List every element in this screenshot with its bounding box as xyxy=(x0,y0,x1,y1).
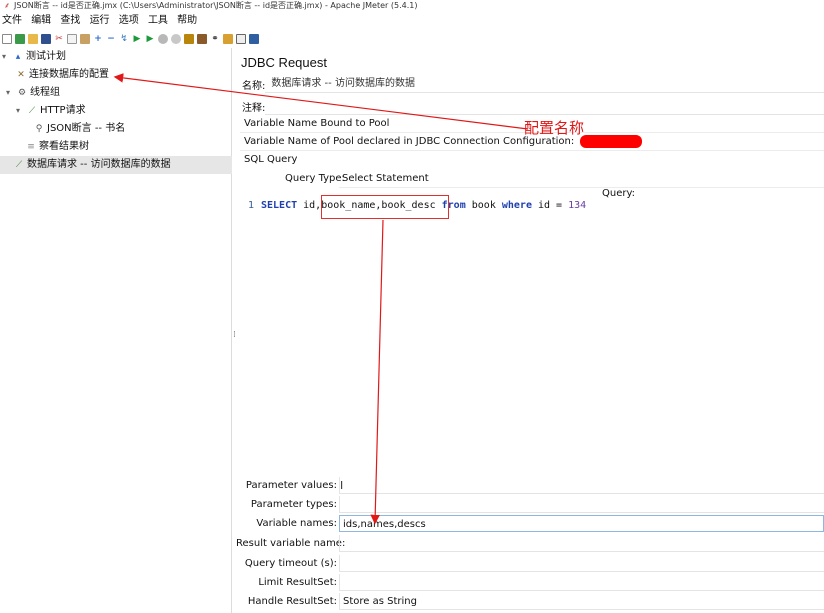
tree-item-test-plan[interactable]: ▾ ▴ 测试计划 xyxy=(2,48,66,66)
pipette-icon: ⟋ xyxy=(28,106,36,116)
clear-icon[interactable] xyxy=(184,34,194,44)
search-icon[interactable]: ⚭ xyxy=(210,34,220,44)
result-variable-input[interactable] xyxy=(339,535,824,552)
parameter-values-input[interactable] xyxy=(339,477,824,494)
templates-icon[interactable] xyxy=(15,34,25,44)
tree-item-thread-group[interactable]: ▾ ⚙ 线程组 xyxy=(6,84,60,102)
chevron-down-icon[interactable]: ▾ xyxy=(6,84,14,102)
stop-icon[interactable] xyxy=(158,34,168,44)
result-variable-row: Result variable name: xyxy=(236,534,824,553)
sql-keyword-where: where xyxy=(501,200,532,211)
name-row: 名称: 数据库请求 -- 访问数据库的数据 xyxy=(236,74,824,94)
parameter-values-row: Parameter values: xyxy=(236,476,824,495)
toggle-icon[interactable]: ↯ xyxy=(119,34,129,44)
comment-label: 注释: xyxy=(242,102,266,114)
tree-item-jdbc-config[interactable]: ✕ 连接数据库的配置 xyxy=(16,66,109,84)
open-icon[interactable] xyxy=(28,34,38,44)
test-plan-icon: ▴ xyxy=(15,52,21,62)
sql-value: 134 xyxy=(568,200,587,211)
sql-keyword-select: SELECT xyxy=(261,200,298,211)
tree-item-jdbc-request[interactable]: ⟋ 数据库请求 -- 访问数据库的数据 xyxy=(0,156,232,174)
save-icon[interactable] xyxy=(41,34,51,44)
annotation-label: 配置名称 xyxy=(524,119,585,137)
jmeter-feather-icon: ⸙ xyxy=(4,1,10,10)
reset-search-icon[interactable] xyxy=(223,34,233,44)
tree-item-label: 测试计划 xyxy=(26,51,66,62)
sql-section-label: SQL Query xyxy=(244,154,298,165)
parameter-types-row: Parameter types: xyxy=(236,495,824,514)
start-icon[interactable]: ▶ xyxy=(132,34,142,44)
menu-tools[interactable]: 工具 xyxy=(148,15,168,26)
limit-resultset-input[interactable] xyxy=(339,574,824,591)
sql-condition: id = xyxy=(531,200,569,211)
variable-names-label: Variable names: xyxy=(256,518,337,529)
shutdown-icon[interactable] xyxy=(171,34,181,44)
function-helper-icon[interactable] xyxy=(236,34,246,44)
collapse-icon[interactable]: − xyxy=(106,34,116,44)
magnifier-icon: ⚲ xyxy=(35,124,43,134)
tree-item-label: HTTP请求 xyxy=(40,105,86,116)
menu-search[interactable]: 查找 xyxy=(60,15,80,26)
tree-item-json-assertion[interactable]: ⚲ JSON断言 -- 书名 xyxy=(34,120,126,138)
copy-icon[interactable] xyxy=(67,34,77,44)
name-input[interactable]: 数据库请求 -- 访问数据库的数据 xyxy=(265,75,824,93)
parameter-values-label: Parameter values: xyxy=(245,480,337,491)
test-plan-tree: ▾ ▴ 测试计划 ✕ 连接数据库的配置 ▾ ⚙ 线程组 ▾ ⟋ HTTP请求 ⚲… xyxy=(0,48,232,613)
menu-bar: 文件 编辑 查找 运行 选项 工具 帮助 xyxy=(0,12,824,30)
window-title: JSON断言 -- id是否正确.jmx (C:\Users\Administr… xyxy=(14,1,418,10)
window-title-bar: ⸙ JSON断言 -- id是否正确.jmx (C:\Users\Administ… xyxy=(0,0,824,12)
chevron-down-icon[interactable]: ▾ xyxy=(2,48,10,66)
variable-names-row: Variable names: ids,names,descs xyxy=(236,514,824,533)
sql-table: book xyxy=(465,200,502,211)
tree-item-label: 连接数据库的配置 xyxy=(29,69,109,80)
tree-item-http-request[interactable]: ▾ ⟋ HTTP请求 xyxy=(16,102,86,120)
handle-resultset-row: Handle ResultSet: Store as String xyxy=(236,592,824,611)
gear-icon: ⚙ xyxy=(17,88,27,98)
query-type-select[interactable]: Select Statement xyxy=(339,170,824,188)
comment-row: 注释: xyxy=(236,96,824,116)
tree-item-label: 数据库请求 -- 访问数据库的数据 xyxy=(27,159,171,170)
variable-names-input[interactable]: ids,names,descs xyxy=(339,515,824,532)
handle-resultset-select[interactable]: Store as String xyxy=(339,593,824,610)
menu-run[interactable]: 运行 xyxy=(90,15,110,26)
start-no-pause-icon[interactable]: ▶ xyxy=(145,34,155,44)
pool-name-input[interactable] xyxy=(580,134,643,148)
handle-resultset-label: Handle ResultSet: xyxy=(247,596,337,607)
menu-edit[interactable]: 编辑 xyxy=(31,15,51,26)
sql-id-column: id, xyxy=(297,200,322,211)
menu-options[interactable]: 选项 xyxy=(119,15,139,26)
menu-help[interactable]: 帮助 xyxy=(177,15,197,26)
parameter-types-input[interactable] xyxy=(339,496,824,513)
cut-icon[interactable]: ✂ xyxy=(54,34,64,44)
expand-icon[interactable]: + xyxy=(93,34,103,44)
parameter-types-label: Parameter types: xyxy=(250,499,337,510)
chevron-down-icon[interactable]: ▾ xyxy=(16,102,24,120)
query-type-label: Query Type: xyxy=(285,173,345,184)
query-timeout-row: Query timeout (s): xyxy=(236,554,824,573)
sql-query-editor[interactable]: 1 SELECT id,book_name,book_desc from boo… xyxy=(236,198,824,476)
line-number: 1 xyxy=(248,200,255,211)
highlight-box xyxy=(321,195,449,219)
help-icon[interactable] xyxy=(249,34,259,44)
tree-item-label: 察看结果树 xyxy=(39,141,89,152)
limit-resultset-row: Limit ResultSet: xyxy=(236,573,824,592)
tree-item-label: 线程组 xyxy=(30,87,60,98)
query-timeout-input[interactable] xyxy=(339,555,824,572)
result-variable-label: Result variable name: xyxy=(236,538,346,549)
listener-icon: ≡ xyxy=(27,142,35,152)
name-label: 名称: xyxy=(242,80,266,92)
limit-resultset-label: Limit ResultSet: xyxy=(258,577,337,588)
clear-all-icon[interactable] xyxy=(197,34,207,44)
query-timeout-label: Query timeout (s): xyxy=(244,558,337,569)
new-icon[interactable] xyxy=(2,34,12,44)
comment-input[interactable] xyxy=(265,97,824,115)
menu-file[interactable]: 文件 xyxy=(2,15,22,26)
tree-item-results-tree[interactable]: ≡ 察看结果树 xyxy=(26,138,89,156)
page-title: JDBC Request xyxy=(241,55,327,70)
config-element-icon: ✕ xyxy=(17,70,25,80)
pipette-icon: ⟋ xyxy=(15,160,23,170)
tree-item-label: JSON断言 -- 书名 xyxy=(47,123,126,134)
paste-icon[interactable] xyxy=(80,34,90,44)
toolbar: ✂ + − ↯ ▶ ▶ ⚭ xyxy=(0,30,824,48)
